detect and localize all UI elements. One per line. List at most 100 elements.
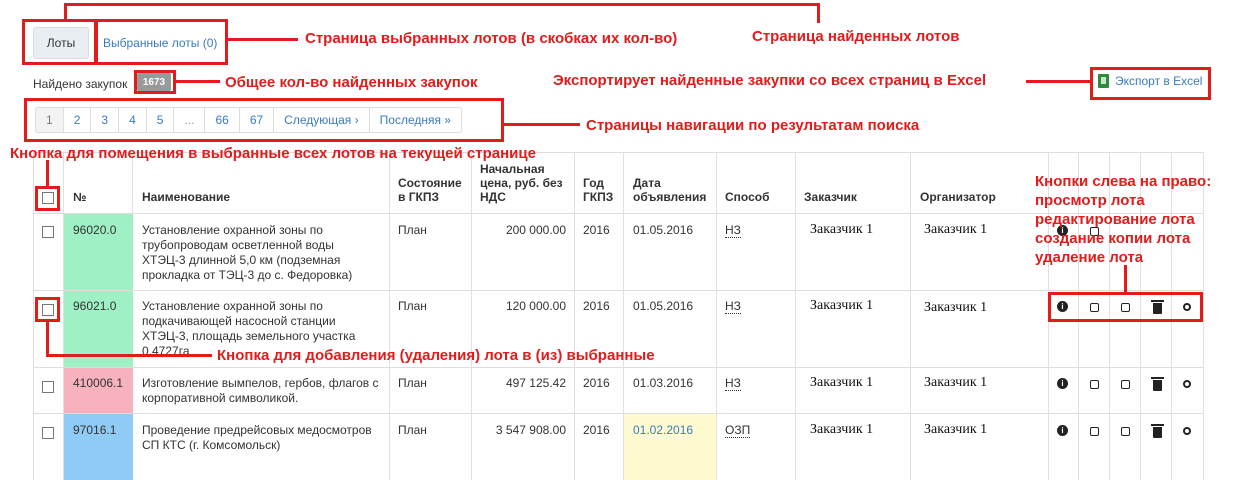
header-divider (33, 213, 1203, 214)
col-divider (389, 152, 390, 480)
row-state: План (398, 299, 427, 313)
row-name-line: ХТЭЦ-3, площадь земельного участка (142, 329, 356, 343)
annotation-buttons-delete: удаление лота (1035, 249, 1144, 266)
copy-lot-icon[interactable] (1119, 425, 1131, 437)
annotation-line (817, 3, 820, 23)
row-customer: Заказчик 1 (810, 298, 874, 313)
row-method[interactable]: НЗ (725, 223, 741, 238)
search-lot-icon[interactable] (1181, 425, 1193, 437)
row-divider (33, 290, 1203, 291)
row-name-line: СП КТС (г. Комсомольск) (142, 438, 281, 452)
row-price: 497 125.42 (505, 376, 566, 390)
annotation-buttons-view: просмотр лота (1035, 192, 1145, 209)
view-lot-icon[interactable]: i (1057, 425, 1068, 436)
col-divider (910, 152, 911, 480)
annotation-box-select-all (35, 186, 60, 211)
row-method[interactable]: ОЗП (725, 423, 751, 438)
found-label: Найдено закупок (33, 77, 128, 91)
row-checkbox[interactable] (42, 427, 54, 439)
row-customer: Заказчик 1 (810, 422, 874, 437)
annotation-line (228, 38, 298, 41)
row-date: 01.05.2016 (633, 223, 694, 237)
annotation-line (64, 3, 67, 20)
copy-lot-icon[interactable] (1119, 378, 1131, 390)
annotation-total-count: Общее кол-во найденных закупок (225, 74, 478, 91)
col-divider (1203, 152, 1204, 480)
header-state: Состояние в ГКПЗ (398, 176, 462, 204)
row-year: 2016 (583, 223, 610, 237)
row-name-line: прокладка от ТЭЦ-3 до с. Федоровка) (142, 268, 353, 282)
annotation-line (46, 321, 49, 357)
header-price: Начальная цена, руб. без НДС (480, 162, 563, 204)
annotation-box-action-buttons (1048, 292, 1203, 322)
annotation-line (46, 160, 49, 188)
row-state: План (398, 423, 427, 437)
annotation-add-remove: Кнопка для добавления (удаления) лота в … (217, 347, 655, 364)
annotation-box-pagination (24, 98, 504, 142)
row-name-line: трубопроводам осветленной воды (142, 238, 334, 252)
delete-lot-icon[interactable] (1150, 376, 1164, 391)
row-year: 2016 (583, 423, 610, 437)
annotation-line (46, 354, 212, 357)
row-organizer: Заказчик 1 (924, 375, 988, 390)
row-divider (33, 367, 1203, 368)
row-organizer: Заказчик 1 (924, 422, 988, 437)
annotation-selected-page: Страница выбранных лотов (в скобках их к… (305, 30, 678, 47)
annotation-box-row-checkbox (35, 297, 60, 322)
col-divider (471, 152, 472, 480)
row-checkbox[interactable] (42, 381, 54, 393)
col-divider (574, 152, 575, 480)
annotation-pagination: Страницы навигации по результатам поиска (586, 117, 920, 134)
row-checkbox[interactable] (42, 226, 54, 238)
annotation-buttons-copy: создание копии лота (1035, 230, 1191, 247)
header-organizer: Организатор (920, 190, 996, 204)
row-date: 01.02.2016 (633, 423, 694, 437)
row-organizer: Заказчик 1 (924, 222, 988, 237)
col-divider (795, 152, 796, 480)
row-date: 01.05.2016 (633, 299, 694, 313)
annotation-export: Экспортирует найденные закупки со всех с… (553, 72, 987, 89)
row-num[interactable]: 96020.0 (73, 222, 116, 238)
annotation-select-all: Кнопка для помещения в выбранные всех ло… (10, 145, 536, 162)
edit-lot-icon[interactable] (1088, 425, 1100, 437)
header-year: Год ГКПЗ (583, 176, 614, 204)
header-name: Наименование (142, 190, 231, 204)
row-method[interactable]: НЗ (725, 299, 741, 314)
header-num: № (73, 190, 87, 204)
row-date: 01.03.2016 (633, 376, 694, 390)
header-date: Дата объявления (633, 176, 707, 204)
annotation-line (1124, 265, 1127, 293)
row-name-line: корпоративной символикой. (142, 391, 299, 405)
annotation-box-selected-tab (94, 19, 228, 65)
view-lot-icon[interactable]: i (1057, 378, 1068, 389)
annotation-line (64, 3, 820, 6)
row-name-line: Установление охранной зоны по (142, 223, 323, 237)
annotation-box-lots-tab (22, 19, 98, 65)
annotation-box-export (1090, 67, 1211, 100)
row-name-line: Установление охранной зоны по (142, 299, 323, 313)
row-organizer: Заказчик 1 (924, 300, 988, 315)
row-state: План (398, 223, 427, 237)
row-divider (33, 413, 1203, 414)
annotation-buttons-title: Кнопки слева на право: (1035, 173, 1212, 190)
annotation-line (504, 123, 580, 126)
row-year: 2016 (583, 376, 610, 390)
row-price: 120 000.00 (505, 299, 566, 313)
annotation-line (1026, 80, 1092, 83)
col-divider (716, 152, 717, 480)
row-num[interactable]: 410006.1 (73, 375, 123, 391)
annotation-box-count (134, 70, 176, 94)
header-customer: Заказчик (804, 190, 857, 204)
delete-lot-icon[interactable] (1150, 423, 1164, 438)
row-num[interactable]: 97016.1 (73, 422, 116, 438)
edit-lot-icon[interactable] (1088, 378, 1100, 390)
row-num[interactable]: 96021.0 (73, 298, 116, 314)
header-method: Способ (725, 190, 770, 204)
row-name-line: подкачивающей насосной станции (142, 314, 336, 328)
col-divider (33, 152, 34, 480)
search-lot-icon[interactable] (1181, 378, 1193, 390)
annotation-line (176, 80, 220, 83)
annotation-found-page: Страница найденных лотов (752, 28, 960, 45)
row-state: План (398, 376, 427, 390)
row-method[interactable]: НЗ (725, 376, 741, 391)
